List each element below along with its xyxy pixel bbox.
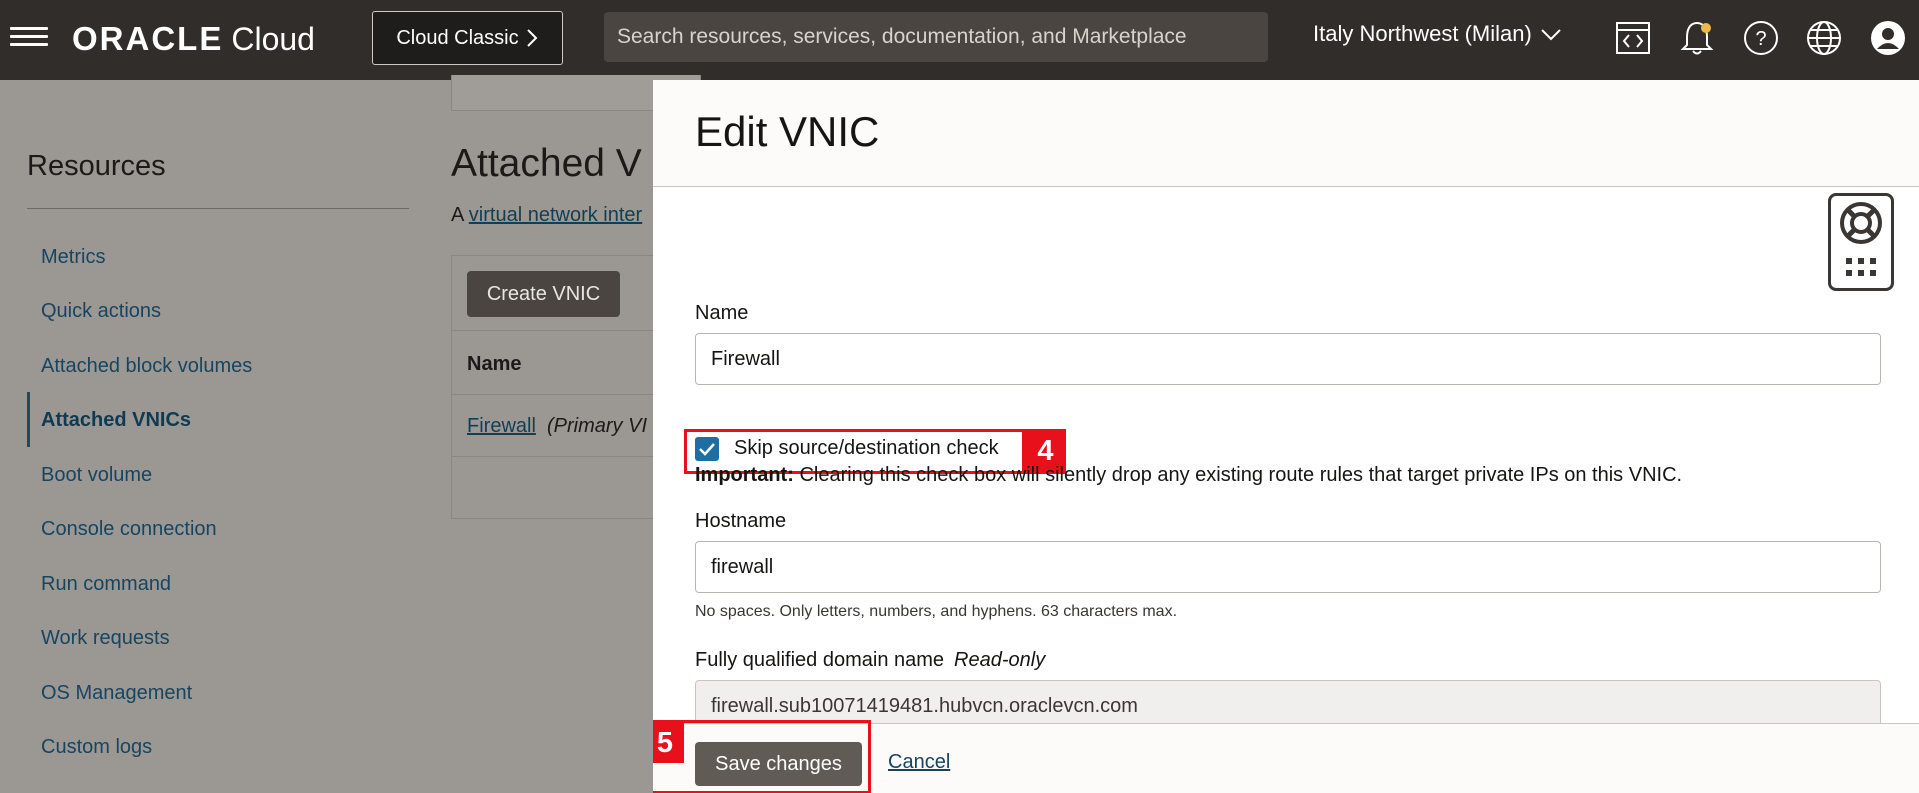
vnic-doc-link[interactable]: virtual network inter	[469, 204, 642, 226]
skip-source-dest-checkbox[interactable]	[695, 437, 719, 461]
name-label: Name	[695, 302, 749, 324]
cloud-classic-button[interactable]: Cloud Classic	[372, 11, 563, 65]
checkmark-icon	[699, 443, 715, 456]
oracle-cloud-logo[interactable]: ORACLE Cloud	[72, 20, 315, 58]
sidebar-item-os-management[interactable]: OS Management	[41, 682, 192, 705]
chevron-right-icon	[526, 29, 538, 47]
attached-vnics-description: A virtual network inter	[451, 204, 642, 227]
hostname-value: firewall	[711, 555, 774, 578]
sidebar-item-boot-volume[interactable]: Boot volume	[41, 464, 152, 487]
lifebuoy-icon	[1840, 202, 1882, 244]
region-selector[interactable]: Italy Northwest (Milan)	[1313, 21, 1562, 47]
step-5-badge: 5	[653, 723, 684, 763]
hostname-label: Hostname	[695, 510, 787, 532]
sidebar-item-work-requests[interactable]: Work requests	[41, 627, 170, 650]
sidebar-item-run-command[interactable]: Run command	[41, 573, 171, 596]
search-input[interactable]: Search resources, services, documentatio…	[604, 12, 1268, 62]
fqdn-label-text: Fully qualified domain name	[695, 649, 945, 671]
code-editor-icon[interactable]	[1611, 16, 1655, 60]
menu-icon[interactable]	[10, 22, 48, 56]
desc-prefix: A	[451, 204, 469, 226]
active-indicator	[27, 392, 30, 447]
help-widget[interactable]	[1828, 193, 1894, 291]
read-only-tag: Read-only	[954, 649, 1046, 671]
sidebar-item-attached-block-volumes[interactable]: Attached block volumes	[41, 355, 252, 378]
panel-title: Edit VNIC	[695, 108, 880, 155]
important-note: Important: Clearing this check box will …	[695, 464, 1682, 487]
chevron-down-icon	[1541, 29, 1561, 41]
sidebar-item-attached-vnics[interactable]: Attached VNICs	[41, 409, 191, 432]
fqdn-value: firewall.sub10071419481.hubvcn.oraclevcn…	[711, 694, 1138, 717]
panel-footer: 5 Save changes Cancel	[653, 720, 1919, 793]
apps-grid-icon	[1846, 258, 1876, 276]
create-vnic-button[interactable]: Create VNIC	[467, 271, 620, 317]
region-label: Italy Northwest (Milan)	[1313, 21, 1532, 46]
skip-source-dest-label[interactable]: Skip source/destination check	[734, 437, 999, 460]
divider	[27, 208, 409, 209]
cancel-link[interactable]: Cancel	[888, 751, 950, 774]
svg-text:?: ?	[1755, 28, 1766, 50]
hostname-hint: No spaces. Only letters, numbers, and hy…	[695, 603, 1178, 620]
hostname-field[interactable]: firewall	[695, 541, 1881, 593]
panel-body: Name Firewall Skip source/destination ch…	[653, 187, 1919, 732]
save-changes-button[interactable]: Save changes	[695, 742, 862, 786]
name-field[interactable]: Firewall	[695, 333, 1881, 385]
important-text: Clearing this check box will silently dr…	[793, 464, 1683, 486]
user-profile-icon[interactable]	[1866, 16, 1910, 60]
sidebar-item-custom-logs[interactable]: Custom logs	[41, 736, 152, 759]
panel-header: Edit VNIC	[653, 80, 1919, 187]
column-header-name[interactable]: Name	[467, 353, 521, 376]
sidebar-item-console-connection[interactable]: Console connection	[41, 518, 217, 541]
help-icon[interactable]: ?	[1739, 16, 1783, 60]
cloud-classic-label: Cloud Classic	[396, 26, 519, 49]
important-label: Important:	[695, 464, 794, 486]
fqdn-label: Fully qualified domain name Read-only	[695, 649, 1045, 672]
vnic-firewall-link[interactable]: Firewall	[467, 415, 536, 438]
brand-cloud: Cloud	[231, 21, 315, 57]
search-placeholder: Search resources, services, documentatio…	[617, 25, 1187, 48]
notifications-bell-icon[interactable]	[1675, 16, 1719, 60]
sidebar-item-metrics[interactable]: Metrics	[41, 246, 105, 269]
name-value: Firewall	[711, 347, 780, 370]
edit-vnic-panel: Edit VNIC Name Firewall Skip source/dest…	[653, 80, 1919, 793]
brand-oracle: ORACLE	[72, 20, 224, 57]
top-navigation-bar: ORACLE Cloud Cloud Classic Search resour…	[0, 0, 1919, 80]
primary-vnic-note: (Primary VI	[547, 415, 647, 437]
attached-vnics-title: Attached V	[451, 142, 642, 185]
resources-title: Resources	[27, 150, 166, 182]
sidebar-item-quick-actions[interactable]: Quick actions	[41, 300, 161, 323]
language-globe-icon[interactable]	[1802, 16, 1846, 60]
